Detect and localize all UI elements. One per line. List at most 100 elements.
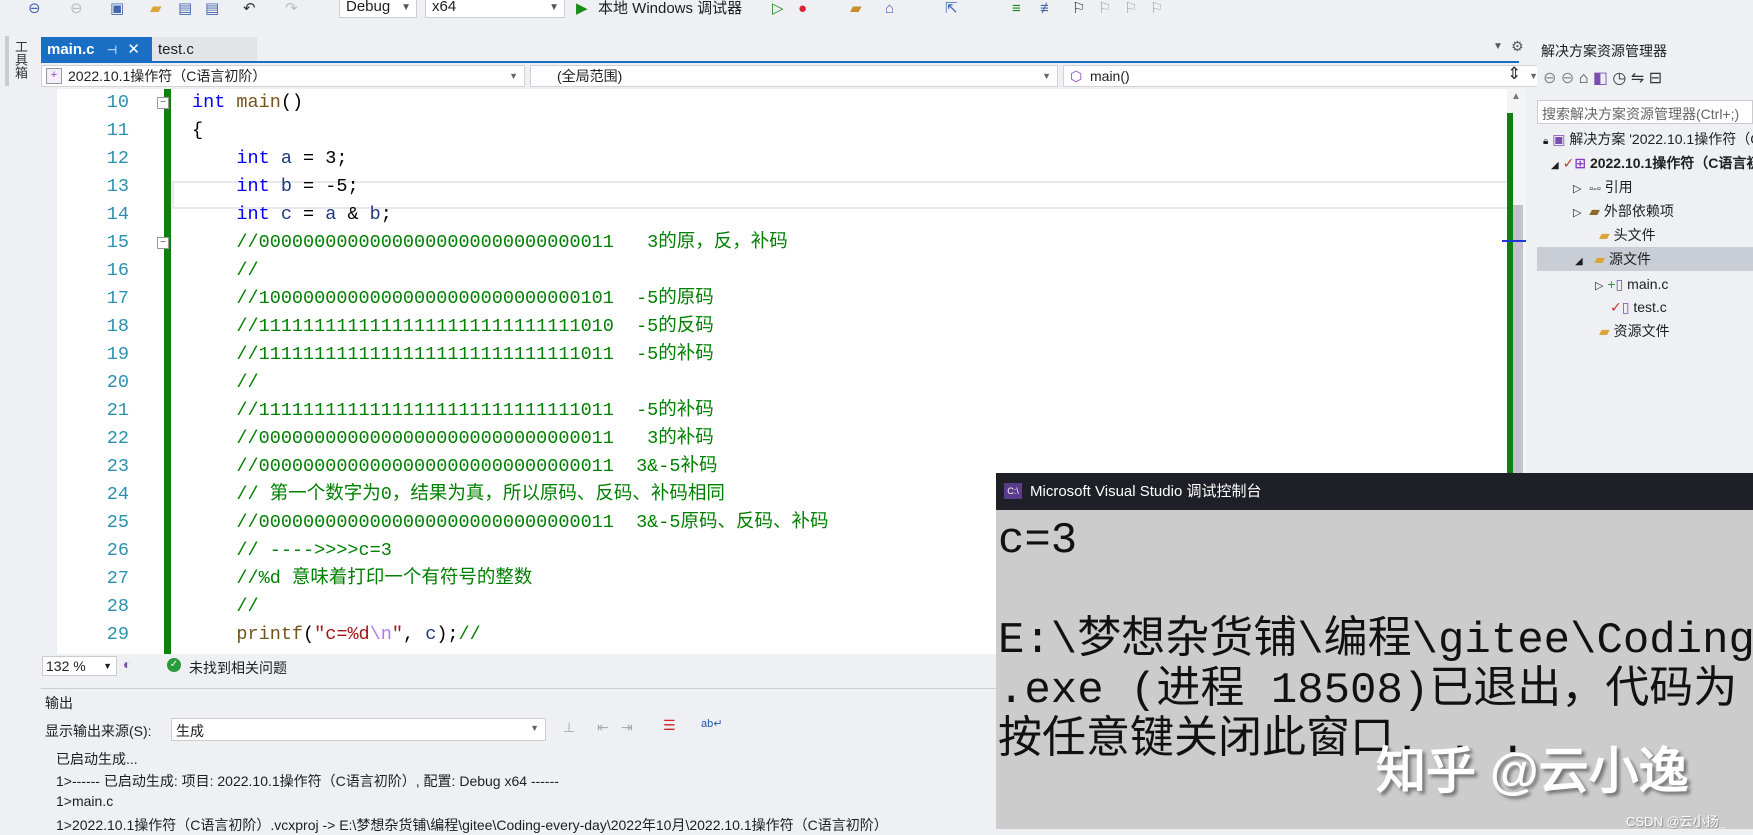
code-line[interactable]: 19 //11111111111111111111111111111011 -5… <box>41 341 1507 369</box>
line-code: // <box>192 369 258 397</box>
intellicode-icon[interactable]: ◐ <box>123 656 131 672</box>
tree-item-external-deps[interactable]: ▷ ▰ 外部依赖项 <box>1537 199 1753 223</box>
step-icon[interactable]: ⇱ <box>945 0 958 18</box>
bookmark-icon[interactable]: ⚐ <box>1072 0 1085 18</box>
tree-item-source-files[interactable]: ◢ ▰ 源文件 <box>1537 247 1753 271</box>
code-line[interactable]: 21 //11111111111111111111111111111011 -5… <box>41 397 1507 425</box>
tree-item-header-files[interactable]: ▰ 头文件 <box>1537 223 1753 247</box>
home-icon[interactable]: ⌂ <box>1579 70 1589 87</box>
project-dropdown[interactable]: + 2022.10.1操作符（C语言初阶） ▼ <box>41 65 525 87</box>
split-icon[interactable]: ⇕ <box>1507 64 1521 84</box>
code-line[interactable]: 20 // <box>41 369 1507 397</box>
comment-icon[interactable]: ≡ <box>1012 0 1021 18</box>
solution-search-input[interactable]: 搜索解决方案资源管理器(Ctrl+;) <box>1537 100 1753 124</box>
tree-item-solution[interactable]: 🔒︎ ▣ 解决方案 '2022.10.1操作符（C语言初阶）' <box>1537 127 1753 151</box>
close-icon[interactable]: ✕ <box>127 41 140 58</box>
line-number: 15 <box>106 232 129 253</box>
line-number: 18 <box>106 316 129 337</box>
solution-explorer-title: 解决方案资源管理器 <box>1541 43 1667 59</box>
tree-item-resource-files[interactable]: ▰ 资源文件 <box>1537 319 1753 343</box>
home-icon[interactable]: ⌂ <box>885 0 894 18</box>
toolbox-strip: 工具箱 <box>0 36 39 829</box>
start-without-debug-icon[interactable]: ▷ <box>772 0 784 18</box>
scroll-up-icon[interactable]: ▲ <box>1511 91 1521 102</box>
sync-icon[interactable]: ⇋ <box>1631 70 1644 87</box>
uncomment-icon[interactable]: ≢ <box>1040 0 1055 18</box>
code-line[interactable]: 12 int a = 3; <box>41 145 1507 173</box>
debug-console-window[interactable]: C:\ Microsoft Visual Studio 调试控制台 c=3 E:… <box>996 473 1753 829</box>
console-line: E:\梦想杂货铺\编程\gitee\Coding-every-day <box>998 616 1753 666</box>
code-line[interactable]: 11 { <box>41 117 1507 145</box>
output-source-select[interactable]: 生成 ▼ <box>171 718 546 741</box>
find-message-icon[interactable]: ⊥ <box>563 719 575 736</box>
c-file-icon: ▯ <box>1615 276 1624 292</box>
pending-changes-icon[interactable]: ◷ <box>1612 70 1626 87</box>
line-number: 29 <box>106 624 129 645</box>
toolbox-tab[interactable]: 工具箱 <box>12 40 28 79</box>
pin-icon[interactable]: ⊣ <box>107 43 117 57</box>
code-line[interactable]: 17 //10000000000000000000000000000101 -5… <box>41 285 1507 313</box>
start-debug-button[interactable]: 本地 Windows 调试器 <box>598 0 742 18</box>
new-project-icon[interactable]: ▣ <box>110 0 124 18</box>
tree-item-project[interactable]: ◢ ✓⊞ 2022.10.1操作符（C语言初阶） <box>1537 151 1753 175</box>
tree-item-references[interactable]: ▷ ▫-▫ 引用 <box>1537 175 1753 199</box>
save-icon[interactable]: ▤ <box>178 0 192 18</box>
tree-item-test-c[interactable]: ✓▯ test.c <box>1537 295 1753 319</box>
forward-icon[interactable]: ⊖ <box>70 0 83 18</box>
bookmark-prev-icon[interactable]: ⚐ <box>1098 0 1111 18</box>
redo-icon[interactable]: ↷ <box>285 0 298 18</box>
switch-views-icon[interactable]: ◧ <box>1593 70 1608 87</box>
find-icon[interactable]: ▰ <box>850 0 862 18</box>
save-all-icon[interactable]: ▤ <box>205 0 219 18</box>
start-debug-icon[interactable]: ▶ <box>576 0 588 18</box>
line-number: 14 <box>106 204 129 225</box>
code-line[interactable]: 10 int main() <box>41 89 1507 117</box>
code-line[interactable]: 15 //00000000000000000000000000000011 3的… <box>41 229 1507 257</box>
collapse-all-icon[interactable]: ⊟ <box>1649 70 1662 87</box>
line-number: 27 <box>106 568 129 589</box>
issues-status[interactable]: 未找到相关问题 <box>189 658 287 678</box>
member-dropdown[interactable]: ⬡ main() ▼ <box>1063 65 1545 87</box>
back-icon[interactable]: ⊖ <box>28 0 41 18</box>
hot-reload-icon[interactable]: ● <box>798 0 807 18</box>
code-line[interactable]: 18 //11111111111111111111111111111010 -5… <box>41 313 1507 341</box>
code-line[interactable]: 13 int b = -5; <box>41 173 1507 201</box>
code-line[interactable]: 22 //00000000000000000000000000000011 3的… <box>41 425 1507 453</box>
open-folder-icon[interactable]: ▰ <box>150 0 162 18</box>
bookmark-clear-icon[interactable]: ⚐ <box>1150 0 1163 18</box>
zoom-level-select[interactable]: 132 % ▼ <box>42 656 117 676</box>
code-token: //11111111111111111111111111111010 -5的反码 <box>192 316 714 337</box>
code-line[interactable]: 16 // <box>41 257 1507 285</box>
platform-select[interactable]: x64 ▼ <box>425 0 565 18</box>
navigation-bar: + 2022.10.1操作符（C语言初阶） ▼ (全局范围) ▼ ⬡ main() ▼… <box>41 64 1545 88</box>
tab-test-c[interactable]: test.c <box>152 37 257 62</box>
word-wrap-icon[interactable]: ab↵ <box>701 717 722 730</box>
gear-icon[interactable]: ⚙ <box>1511 38 1524 55</box>
line-number: 13 <box>106 176 129 197</box>
output-line: 已启动生成... <box>56 751 138 767</box>
tab-main-c[interactable]: main.c ⊣ ✕ <box>41 37 152 62</box>
bookmark-next-icon[interactable]: ⚐ <box>1124 0 1137 18</box>
console-title-bar[interactable]: C:\ Microsoft Visual Studio 调试控制台 <box>996 473 1753 510</box>
chevron-down-icon: ▼ <box>530 723 539 733</box>
clear-all-icon[interactable]: ☰ <box>663 717 676 734</box>
line-code: //00000000000000000000000000000011 3的原，反… <box>192 229 787 257</box>
forward-icon[interactable]: ⊖ <box>1561 70 1574 87</box>
scope-dropdown[interactable]: (全局范围) ▼ <box>530 65 1058 87</box>
code-line[interactable]: 14 int c = a & b; <box>41 201 1507 229</box>
tab-list-dropdown-icon[interactable]: ▼ <box>1493 41 1503 52</box>
back-icon[interactable]: ⊖ <box>1543 70 1556 87</box>
next-message-icon[interactable]: ⇥ <box>621 719 633 736</box>
configuration-select[interactable]: Debug ▼ <box>339 0 417 18</box>
undo-icon[interactable]: ↶ <box>243 0 256 18</box>
collapsed-icon: ▷ <box>1595 280 1604 292</box>
code-token: int <box>192 148 270 169</box>
tree-item-main-c[interactable]: ▷ +▯ main.c <box>1537 272 1753 296</box>
output-line: 1>2022.10.1操作符（C语言初阶）.vcxproj -> E:\梦想杂货… <box>56 817 888 833</box>
line-number: 17 <box>106 288 129 309</box>
console-title: Microsoft Visual Studio 调试控制台 <box>1030 483 1262 500</box>
prev-message-icon[interactable]: ⇤ <box>597 719 609 736</box>
chevron-down-icon: ▼ <box>401 2 411 13</box>
expanded-icon: ◢ <box>1575 256 1583 267</box>
